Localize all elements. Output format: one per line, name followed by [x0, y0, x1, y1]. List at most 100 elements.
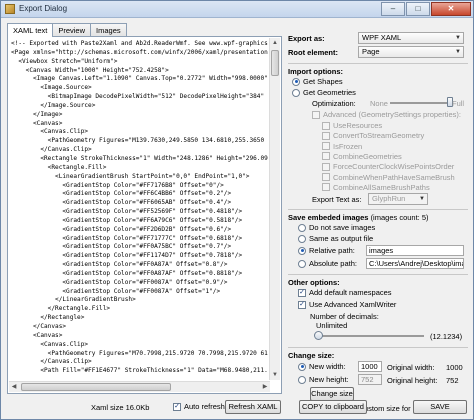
save-button[interactable]: SAVE [413, 400, 467, 414]
advanced-option-label: ConvertToStreamGeometry [333, 131, 425, 141]
radio-icon [298, 259, 306, 268]
checkbox-icon [322, 152, 330, 161]
code-line: </Canvas.Clip> [11, 358, 92, 366]
export-text-as-select[interactable]: GlyphRun ▼ [368, 193, 428, 205]
checkbox-icon [322, 142, 330, 151]
code-line: <GradientStop Color="#FF0A87AF" Offset="… [11, 269, 243, 277]
checkmark-icon: ✓ [173, 402, 181, 411]
window-controls: – □ ✕ [381, 2, 471, 16]
do-not-save-images-radio[interactable]: Do not save images [298, 223, 375, 232]
code-line: </Canvas.Clip> [11, 146, 92, 154]
advanced-checkbox[interactable]: Advanced (GeometrySettings properties): [312, 110, 461, 119]
tab-strip: XAML text Preview Images [7, 23, 127, 37]
code-line: </Rectangle> [11, 314, 85, 322]
bottom-bar: Xaml size 16.0Kb ✓ Auto refresh Refresh … [1, 397, 473, 419]
scroll-down-icon[interactable]: ▼ [270, 370, 280, 380]
code-line: <LinearGradientBrush StartPoint="0,0" En… [11, 172, 250, 180]
new-height-input[interactable]: 752 [358, 374, 382, 385]
new-width-radio[interactable]: New width: [298, 362, 346, 371]
radio-icon [298, 234, 306, 243]
decimals-slider-track[interactable] [316, 335, 424, 337]
radio-selected-icon [298, 246, 306, 255]
relative-path-input[interactable]: images [366, 245, 464, 256]
divider [288, 63, 468, 64]
new-width-label: New width: [309, 362, 346, 371]
divider [288, 347, 468, 348]
advanced-option-checkbox[interactable]: IsFrozen [322, 142, 362, 151]
code-line: <GradientStop Color="#FF52569F" Offset="… [11, 208, 243, 216]
copy-to-clipboard-button[interactable]: COPY to clipboard [299, 400, 367, 414]
code-line: <Canvas Width="1000" Height="752.4258"> [11, 66, 169, 74]
code-line: <Rectangle StrokeThickness="1" Width="24… [40, 154, 268, 162]
advanced-option-label: CombineWhenPathHaveSameBrush [333, 172, 455, 182]
number-of-decimals-label: Number of decimals: [310, 312, 379, 321]
root-element-value: Page [362, 47, 380, 56]
advanced-option-label: UseResources [333, 121, 383, 130]
images-count: (images count: 5) [370, 213, 429, 222]
get-shapes-radio[interactable]: Get Shapes [292, 77, 343, 86]
export-as-select[interactable]: WPF XAML ▼ [358, 32, 464, 44]
optimization-full-label: Full [452, 99, 465, 108]
decimals-value: (12.1234) [430, 332, 463, 341]
vertical-scrollbar[interactable]: ▲ ▼ [269, 38, 280, 380]
horizontal-scroll-thumb[interactable] [21, 383, 171, 391]
code-line: <GradientStop Color="#FF7176B8" Offset="… [11, 181, 224, 189]
advanced-option-checkbox[interactable]: CombineGeometries [322, 152, 402, 161]
advanced-option-checkbox[interactable]: ConvertToStreamGeometry [322, 131, 424, 140]
tab-xaml-text[interactable]: XAML text [7, 23, 54, 37]
code-line: <PathGeometry Figures="M139.7630,249.585… [47, 137, 268, 145]
code-line: <Image Canvas.Left="1.1090" Canvas.Top="… [33, 75, 268, 83]
refresh-xaml-button[interactable]: Refresh XAML [225, 400, 281, 414]
xaml-size-label: Xaml size 16.0Kb [91, 403, 150, 412]
scroll-right-icon[interactable]: ▶ [260, 382, 270, 392]
advanced-label: Advanced (GeometrySettings properties): [323, 110, 461, 119]
tab-preview[interactable]: Preview [52, 23, 92, 36]
minimize-button[interactable]: – [381, 2, 405, 16]
scroll-up-icon[interactable]: ▲ [270, 38, 280, 48]
advanced-option-checkbox[interactable]: ForceCounterClockWisePointsOrder [322, 162, 454, 171]
absolute-path-label: Absolute path: [309, 259, 357, 268]
xaml-text-panel: <!-- Exported with Paste2Xaml and Ab2d.R… [7, 36, 282, 394]
absolute-path-radio[interactable]: Absolute path: [298, 259, 357, 268]
absolute-path-input[interactable]: C:\Users\Andrej\Desktop\imag [366, 258, 464, 269]
relative-path-radio[interactable]: Relative path: [298, 246, 355, 255]
xaml-code-view[interactable]: <!-- Exported with Paste2Xaml and Ab2d.R… [11, 40, 268, 380]
root-element-select[interactable]: Page ▼ [358, 46, 464, 58]
close-button[interactable]: ✕ [431, 2, 471, 16]
checkbox-icon [322, 121, 330, 130]
get-geometries-radio[interactable]: Get Geometries [292, 88, 356, 97]
same-as-output-radio[interactable]: Same as output file [298, 234, 373, 243]
maximize-button[interactable]: □ [406, 2, 430, 16]
decimals-slider-thumb[interactable] [314, 331, 323, 340]
use-advanced-xamlwriter-checkbox[interactable]: ✓ Use Advanced XamlWriter [298, 300, 396, 309]
embedded-images-header: Save embeded images (images count: 5) [288, 213, 429, 222]
window-title: Export Dialog [19, 4, 68, 13]
chevron-down-icon: ▼ [455, 49, 461, 55]
new-height-radio[interactable]: New height: [298, 375, 349, 384]
title-bar: Export Dialog – □ ✕ [1, 1, 473, 18]
advanced-option-checkbox[interactable]: UseResources [322, 121, 382, 130]
root-element-label: Root element: [288, 48, 339, 57]
embedded-images-title: Save embeded images [288, 213, 369, 222]
new-width-input[interactable]: 1000 [358, 361, 382, 372]
optimization-slider-track[interactable] [390, 102, 450, 104]
advanced-option-checkbox[interactable]: CombineWhenPathHaveSameBrush [322, 173, 455, 182]
app-icon [5, 4, 15, 14]
checkbox-icon [322, 173, 330, 181]
horizontal-scrollbar[interactable]: ◀ ▶ [9, 381, 270, 392]
advanced-option-checkbox[interactable]: CombineAllSameBrushPaths [322, 183, 430, 192]
code-line: </Image.Source> [11, 101, 96, 109]
chevron-down-icon: ▼ [455, 35, 461, 41]
export-as-label: Export as: [288, 34, 325, 43]
tab-images[interactable]: Images [90, 23, 127, 36]
scroll-left-icon[interactable]: ◀ [9, 382, 19, 392]
checkbox-icon [312, 110, 320, 119]
code-line: <Canvas.Clip> [11, 340, 89, 348]
vertical-scroll-thumb[interactable] [271, 50, 279, 76]
auto-refresh-checkbox[interactable]: ✓ Auto refresh [173, 402, 225, 411]
checkbox-icon [322, 131, 330, 140]
add-default-namespaces-checkbox[interactable]: ✓ Add default namespaces [298, 288, 392, 297]
original-width-label: Original width: [387, 363, 435, 372]
advanced-option-label: ForceCounterClockWisePointsOrder [333, 162, 455, 172]
code-line: <PathGeometry Figures="M70.7998,215.9720… [47, 349, 268, 357]
